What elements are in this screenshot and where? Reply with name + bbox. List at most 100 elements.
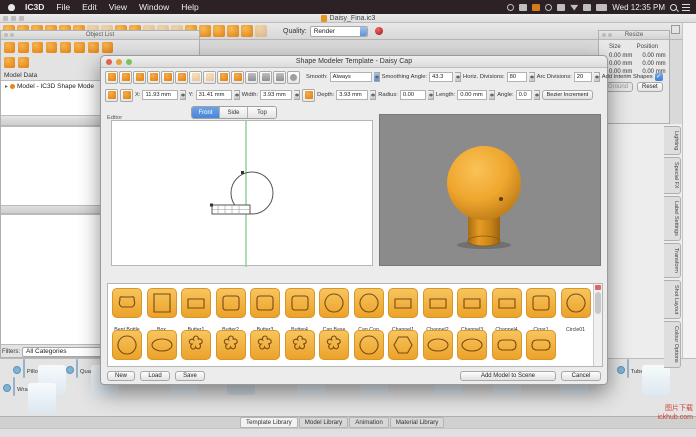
length-stepper[interactable]: [489, 90, 495, 100]
menu-item[interactable]: View: [103, 2, 133, 12]
add-shape-icon[interactable]: [217, 71, 230, 84]
select-tool-icon[interactable]: [105, 71, 118, 84]
screen-mirroring-icon[interactable]: [507, 4, 514, 11]
menu-item[interactable]: IC3D: [19, 2, 50, 12]
shape-tile[interactable]: Butter2: [216, 288, 246, 336]
load-button[interactable]: Load: [140, 371, 170, 381]
arc-divisions-input[interactable]: 20: [574, 72, 592, 82]
add-interim-checkbox[interactable]: ✓: [655, 73, 663, 81]
view-tab[interactable]: Front: [192, 107, 220, 118]
redo-icon[interactable]: [203, 71, 216, 84]
width-input[interactable]: 3.93 mm: [260, 90, 292, 100]
shape-tile[interactable]: Butter3: [250, 288, 280, 336]
move-down-icon[interactable]: [102, 42, 113, 53]
shape-tile[interactable]: Cigar1: [526, 288, 556, 336]
menu-item[interactable]: Window: [133, 2, 175, 12]
wifi-icon[interactable]: [570, 4, 578, 11]
zoom-in-icon[interactable]: [119, 71, 132, 84]
pan-tool-icon[interactable]: [147, 71, 160, 84]
fill-shape-icon[interactable]: [105, 89, 118, 102]
smooth-select-stepper[interactable]: [374, 72, 380, 82]
shape-tile[interactable]: [147, 330, 177, 360]
radius-input[interactable]: 0.00: [400, 90, 426, 100]
crop-tool-icon[interactable]: [161, 71, 174, 84]
view-tab[interactable]: Top: [248, 107, 276, 118]
clock-icon[interactable]: [545, 4, 552, 11]
disclosure-icon[interactable]: ▸: [5, 83, 8, 90]
smooth-point-icon[interactable]: [287, 71, 300, 84]
template-thumbnail[interactable]: [627, 359, 629, 378]
menu-item[interactable]: File: [50, 2, 76, 12]
lock-icon[interactable]: [60, 42, 71, 53]
ungroup-icon[interactable]: [46, 42, 57, 53]
record-icon[interactable]: [375, 27, 383, 35]
x-stepper[interactable]: [180, 90, 186, 100]
shape-tile[interactable]: [388, 330, 418, 360]
angle-stepper[interactable]: [534, 90, 540, 100]
pencil-tool-icon[interactable]: [245, 71, 258, 84]
shape-tile[interactable]: Channel2: [423, 288, 453, 336]
side-tab[interactable]: Special FX: [664, 157, 681, 194]
mirror-tool-icon[interactable]: [175, 71, 188, 84]
side-tab[interactable]: Label Settings: [664, 196, 681, 241]
template-item[interactable]: Wrapper (B1): [5, 378, 63, 396]
bezier-increment-button[interactable]: Bezier Increment: [542, 90, 594, 100]
folder-icon[interactable]: [4, 57, 15, 68]
notification-center-icon[interactable]: [682, 4, 690, 11]
redo-icon[interactable]: [255, 25, 267, 37]
shape-tile[interactable]: Channel4: [492, 288, 522, 336]
add-point-icon[interactable]: [231, 71, 244, 84]
shape-tile[interactable]: [181, 330, 211, 360]
horiz-divisions-stepper[interactable]: [529, 72, 535, 82]
shape-tile[interactable]: [216, 330, 246, 360]
curve-tool-icon[interactable]: [259, 71, 272, 84]
template-thumbnail[interactable]: [13, 377, 15, 396]
y-stepper[interactable]: [234, 90, 240, 100]
quality-select[interactable]: Render: [310, 26, 368, 37]
shape-tile[interactable]: Channel1: [388, 288, 418, 336]
y-input[interactable]: 31.41 mm: [196, 90, 232, 100]
shape-tile[interactable]: Channel3: [457, 288, 487, 336]
shape-tile[interactable]: [354, 330, 384, 360]
arc-divisions-stepper[interactable]: [594, 72, 600, 82]
length-input[interactable]: 0.00 mm: [457, 90, 487, 100]
shape-tile[interactable]: Bent Bottle: [112, 288, 142, 336]
smooth-select[interactable]: Always: [330, 72, 372, 82]
side-tab[interactable]: Transform: [664, 243, 681, 278]
zoom-out-icon[interactable]: [133, 71, 146, 84]
depth-stepper[interactable]: [370, 90, 376, 100]
battery-icon[interactable]: [596, 4, 607, 11]
shape-tile[interactable]: [423, 330, 453, 360]
angle-input[interactable]: 0.0: [516, 90, 532, 100]
template-thumbnail[interactable]: [23, 359, 25, 378]
template-item[interactable]: Pillow: [5, 360, 63, 378]
move-point-icon[interactable]: [120, 89, 133, 102]
library-tab[interactable]: Material Library: [390, 417, 445, 428]
library-tab[interactable]: Animation: [349, 417, 389, 428]
template-thumbnail[interactable]: [76, 359, 78, 378]
volume-icon[interactable]: [583, 4, 591, 11]
box-tool-icon[interactable]: [213, 25, 225, 37]
bluetooth-icon[interactable]: [557, 4, 565, 11]
side-tab[interactable]: Shot Layout: [664, 280, 681, 319]
horiz-divisions-input[interactable]: 80: [507, 72, 527, 82]
grab-tool-icon[interactable]: [199, 25, 211, 37]
app-icon[interactable]: [532, 4, 540, 11]
shape-tile[interactable]: [526, 330, 556, 360]
camera-tool-icon[interactable]: [227, 25, 239, 37]
radius-stepper[interactable]: [428, 90, 434, 100]
shape-tile[interactable]: [319, 330, 349, 360]
apple-menu-icon[interactable]: [8, 4, 15, 11]
undo-icon[interactable]: [189, 71, 202, 84]
profile-editor-canvas[interactable]: [111, 120, 373, 266]
side-tab[interactable]: Lighting: [664, 126, 681, 155]
transform-window-controls[interactable]: [602, 33, 612, 37]
menu-item[interactable]: Help: [175, 2, 204, 12]
reset-button[interactable]: Reset: [637, 82, 663, 92]
view-tab[interactable]: Side: [220, 107, 248, 118]
shape-tile[interactable]: [285, 330, 315, 360]
window-controls[interactable]: [3, 16, 24, 21]
depth-input[interactable]: 3.93 mm: [336, 90, 368, 100]
shapes-scrollbar[interactable]: [593, 284, 602, 366]
template-item[interactable]: Tube: [607, 360, 665, 378]
